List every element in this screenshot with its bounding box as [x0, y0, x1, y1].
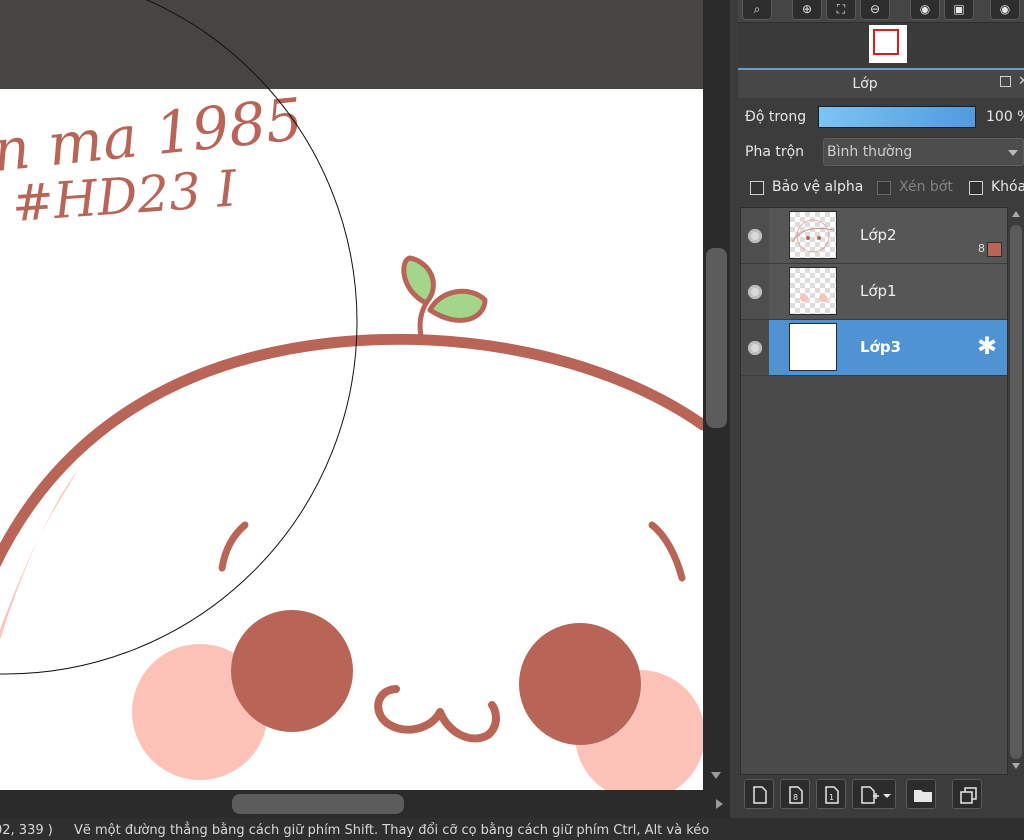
eye-icon[interactable] — [748, 229, 762, 243]
layer-name: Lớp1 — [860, 282, 897, 300]
sprout-leaf-left — [401, 255, 436, 306]
navigator-thumbnail[interactable] — [869, 25, 907, 63]
layer-list: Lớp2 8 Lớp1 Lớp3 ✱ — [740, 207, 1008, 775]
flip-icon[interactable]: ▣ — [944, 0, 974, 20]
layer-toolbar: 8 1 — [738, 776, 1024, 814]
lock-checkbox[interactable] — [969, 181, 983, 195]
add-layer-icon — [861, 786, 891, 804]
canvas-horizontal-scroll-thumb[interactable] — [232, 794, 404, 814]
protect-alpha-checkbox[interactable] — [750, 181, 764, 195]
head-outline — [0, 333, 703, 568]
visibility-toggle[interactable] — [741, 208, 769, 263]
one-bit-layer-icon: 1 — [825, 786, 839, 804]
rotate-right-icon[interactable]: ◉ — [990, 0, 1020, 20]
layer-thumbnail — [789, 323, 837, 371]
blend-mode-select[interactable]: Bình thường — [823, 138, 1024, 166]
mouth — [374, 685, 500, 743]
visibility-toggle[interactable] — [741, 320, 769, 375]
layer-row-lop3[interactable]: Lớp3 ✱ — [741, 320, 1007, 376]
right-eye — [519, 623, 641, 745]
canvas-area[interactable]: n ma 1985 #HD23 I — [0, 0, 703, 790]
zoom-out-icon[interactable]: ⊖ — [860, 0, 890, 20]
protect-alpha-label: Bảo vệ alpha — [772, 179, 864, 195]
clipping-label: Xén bớt — [899, 179, 953, 195]
popout-icon[interactable] — [1000, 76, 1011, 87]
scroll-up-arrow-icon[interactable] — [1012, 211, 1020, 217]
opacity-slider[interactable] — [818, 106, 976, 128]
new-layer-button[interactable] — [744, 779, 774, 809]
folder-icon — [914, 790, 932, 802]
layer-name: Lớp3 — [860, 338, 902, 356]
rotate-left-icon[interactable]: ◉ — [910, 0, 940, 20]
layer-panel-header: Lớp ✕ — [738, 68, 1024, 98]
sprout-leaf-right — [427, 288, 488, 323]
fit-icon[interactable]: ⛶ — [826, 0, 856, 20]
chevron-down-icon — [1008, 150, 1018, 156]
right-brow — [648, 521, 686, 582]
left-brow — [218, 521, 249, 572]
clipping-checkbox[interactable] — [877, 181, 891, 195]
zoom-icon[interactable]: ⌕ — [742, 0, 772, 20]
close-icon[interactable]: ✕ — [1018, 74, 1024, 89]
add-layer-dropdown-button[interactable] — [852, 779, 896, 809]
zoom-in-icon[interactable]: ⊕ — [792, 0, 822, 20]
visibility-toggle[interactable] — [741, 264, 769, 319]
canvas-vertical-scrollbar[interactable] — [703, 0, 730, 790]
app-window: n ma 1985 #HD23 I ⌕ ⊕ ⛶ ⊖ ◉ ▣ ◉ Lớp ✕ Độ… — [0, 0, 1024, 840]
navigator-toolbar: ⌕ ⊕ ⛶ ⊖ ◉ ▣ ◉ — [738, 0, 1024, 22]
svg-text:8: 8 — [793, 793, 798, 802]
new-layer-icon — [753, 786, 767, 804]
layer-color-swatch — [987, 242, 1002, 257]
opacity-value: 100 % — [986, 109, 1024, 125]
lock-label: Khóa — [991, 179, 1024, 195]
halftone-layer-icon: 8 — [789, 786, 803, 804]
scroll-right-arrow-icon[interactable] — [716, 799, 723, 809]
scroll-down-arrow-icon[interactable] — [1012, 763, 1020, 769]
status-hint: Vẽ một đường thẳng bằng cách giữ phím Sh… — [74, 823, 710, 838]
eye-icon[interactable] — [748, 285, 762, 299]
layer-thumbnail — [789, 211, 837, 259]
scroll-down-arrow-icon[interactable] — [711, 772, 721, 779]
new-folder-button[interactable] — [906, 779, 936, 809]
right-panel: ⌕ ⊕ ⛶ ⊖ ◉ ▣ ◉ Lớp ✕ Độ trong 100 % Pha t… — [730, 0, 1024, 818]
opacity-slider-fill — [819, 107, 975, 127]
sprout-stem — [417, 297, 431, 343]
layer-name: Lớp2 — [860, 226, 897, 244]
left-eye — [231, 610, 353, 732]
status-bar: 02, 339 ) Vẽ một đường thẳng bằng cách g… — [0, 818, 1024, 840]
opacity-label: Độ trong — [745, 109, 807, 125]
gear-icon[interactable]: ✱ — [977, 334, 997, 358]
layer-row-lop1[interactable]: Lớp1 — [741, 264, 1007, 320]
layer-panel-title: Lớp — [852, 76, 878, 92]
navigator-preview — [738, 22, 1024, 66]
layer-thumbnail-art — [791, 219, 835, 253]
canvas-vertical-scroll-thumb[interactable] — [706, 248, 727, 428]
canvas-horizontal-scrollbar[interactable] — [0, 790, 730, 818]
new-halftone-layer-button[interactable]: 8 — [780, 779, 810, 809]
eye-icon[interactable] — [748, 341, 762, 355]
blend-mode-label: Pha trộn — [745, 144, 805, 160]
navigator-view-frame[interactable] — [873, 29, 899, 55]
duplicate-icon — [960, 787, 977, 804]
layer-thumbnail-art — [800, 294, 827, 302]
layer-thumbnail — [789, 267, 837, 315]
layer-row-lop2[interactable]: Lớp2 8 — [741, 208, 1007, 264]
artwork[interactable]: n ma 1985 #HD23 I — [0, 0, 703, 790]
layer-list-scroll-thumb[interactable] — [1010, 225, 1022, 759]
blend-mode-value: Bình thường — [827, 144, 913, 160]
new-1bit-layer-button[interactable]: 1 — [816, 779, 846, 809]
layer-stroke-count: 8 — [978, 242, 985, 255]
cursor-coordinates: 02, 339 ) — [0, 823, 53, 838]
layer-list-scrollbar[interactable] — [1008, 207, 1024, 775]
svg-text:1: 1 — [829, 793, 834, 802]
duplicate-layer-button[interactable] — [952, 779, 982, 809]
